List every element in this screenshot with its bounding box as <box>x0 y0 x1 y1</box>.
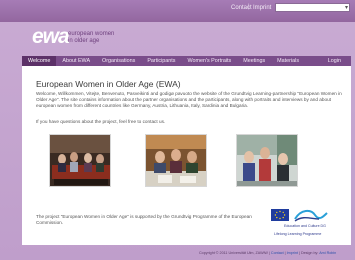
contact-note: If you have questions about the project,… <box>36 118 166 124</box>
ewa-logo[interactable]: ewa <box>32 25 70 49</box>
imprint-link[interactable]: Imprint <box>253 5 271 11</box>
eu-logo-tagline: Lifelong Learning Programme <box>274 232 322 236</box>
nav-item-about-ewa[interactable]: About EWA <box>56 56 96 66</box>
meeting-photo-2[interactable] <box>145 134 207 187</box>
eu-logo-caption: Education and Culture DG <box>284 224 326 228</box>
nav-item-login[interactable]: Login <box>322 56 351 66</box>
nav-item-organisations[interactable]: Organisations <box>96 56 141 66</box>
nav-item-meetings[interactable]: Meetings <box>237 56 271 66</box>
nav-item-materials[interactable]: Materials <box>271 56 305 66</box>
site-header: ewa european women in older age <box>20 14 350 48</box>
eu-lifelong-learning-logo <box>271 209 328 232</box>
footer-imprint-link[interactable]: Imprint <box>287 251 298 255</box>
chevron-down-icon: ▾ <box>344 5 348 11</box>
logo-line-2: in older age <box>68 38 100 44</box>
nav-item-welcome[interactable]: Welcome <box>22 56 57 66</box>
utility-separator: | <box>248 4 250 10</box>
footer-copyright: Copyright © 2011 Universität Ulm, ZAWiW … <box>199 251 271 255</box>
main-nav: Welcome About EWA Organisations Particip… <box>22 56 351 66</box>
intro-paragraph: Welcome, Willkommen, Vitejte, Benvenuto,… <box>36 90 342 109</box>
footer-contact-link[interactable]: Contact <box>271 251 284 255</box>
logo-line-1: european women <box>68 31 115 37</box>
footer-design-credit: | Design by: <box>297 251 320 255</box>
logo-tagline: european women in older age <box>68 31 114 45</box>
nav-item-womens-portraits[interactable]: Women's Portraits <box>181 56 237 66</box>
footer-designer-link[interactable]: Ami Robin <box>319 251 336 255</box>
page-title: European Women in Older Age (EWA) <box>36 78 181 89</box>
page-background: Contact | Imprint ▾ ewa european women i… <box>0 0 355 260</box>
main-content: European Women in Older Age (EWA) Welcom… <box>22 66 351 245</box>
meeting-photo-3[interactable] <box>236 134 298 187</box>
meeting-photo-1[interactable] <box>49 134 111 187</box>
footer: Copyright © 2011 Universität Ulm, ZAWiW … <box>199 251 336 255</box>
nav-item-participants[interactable]: Participants <box>141 56 181 66</box>
funding-note: The project "European Women in Older Age… <box>36 213 252 225</box>
language-select[interactable]: ▾ <box>275 3 350 12</box>
